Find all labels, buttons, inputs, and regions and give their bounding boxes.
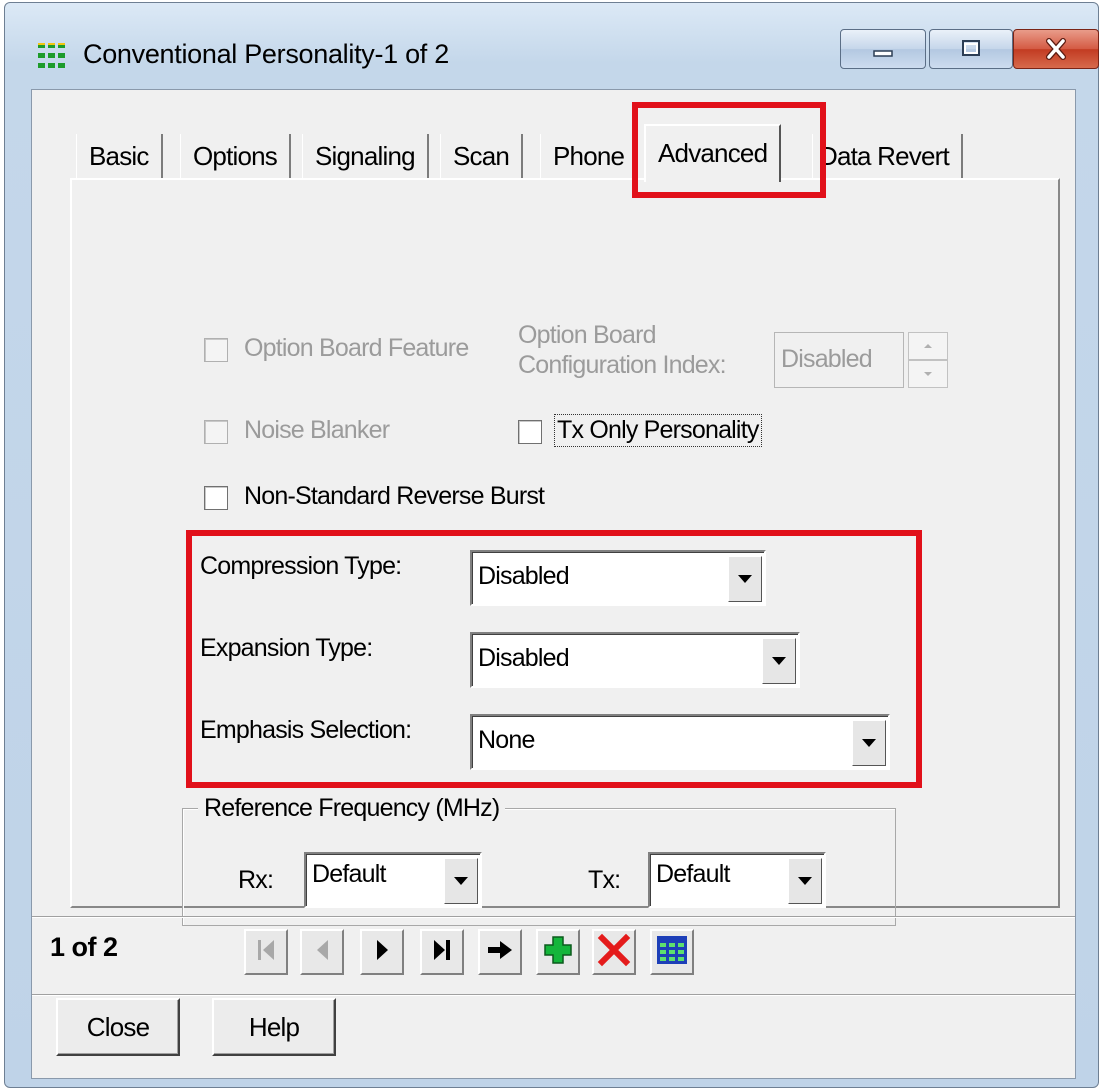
separator — [32, 994, 1075, 996]
expansion-type-label: Expansion Type: — [200, 634, 373, 662]
record-position: 1 of 2 — [50, 932, 118, 962]
add-record-button[interactable] — [536, 929, 580, 975]
first-record-button[interactable] — [244, 929, 288, 975]
goto-record-button[interactable] — [478, 929, 522, 975]
option-board-feature-label: Option Board Feature — [244, 334, 469, 362]
last-record-icon — [431, 938, 453, 967]
advanced-tab-highlight — [632, 102, 826, 198]
emphasis-selection-select[interactable]: None — [470, 714, 890, 770]
option-board-config-index-value: Disabled — [781, 345, 873, 373]
next-record-button[interactable] — [360, 929, 404, 975]
first-record-icon — [255, 938, 277, 967]
add-record-icon — [543, 935, 573, 970]
tab-basic[interactable]: Basic — [76, 134, 163, 180]
reference-frequency-legend: Reference Frequency (MHz) — [198, 794, 506, 823]
help-button[interactable]: Help — [212, 998, 336, 1056]
expansion-type-value: Disabled — [478, 644, 570, 672]
tx-only-personality-checkbox[interactable] — [518, 420, 542, 444]
minimize-icon — [841, 30, 925, 68]
tab-phone[interactable]: Phone — [540, 134, 640, 180]
noise-blanker-label: Noise Blanker — [244, 416, 390, 444]
compression-type-value: Disabled — [478, 562, 570, 590]
spin-down-button[interactable] — [908, 360, 948, 388]
chevron-down-icon[interactable] — [788, 858, 822, 904]
spin-up-button[interactable] — [908, 332, 948, 360]
rx-frequency-select[interactable]: Default — [304, 852, 482, 908]
expansion-type-select[interactable]: Disabled — [470, 632, 800, 688]
chevron-down-icon[interactable] — [728, 556, 762, 602]
tab-data-revert[interactable]: Data Revert — [812, 134, 963, 180]
delete-record-button[interactable] — [592, 929, 636, 975]
separator — [32, 916, 1075, 918]
rx-label: Rx: — [238, 866, 274, 894]
chevron-down-icon[interactable] — [852, 720, 886, 766]
last-record-button[interactable] — [420, 929, 464, 975]
option-board-feature-checkbox[interactable] — [204, 338, 228, 362]
goto-record-icon — [486, 938, 514, 967]
spin-up-icon — [924, 344, 932, 348]
non-standard-reverse-burst-label: Non-Standard Reverse Burst — [244, 482, 545, 510]
spin-down-icon — [924, 372, 932, 376]
previous-record-button[interactable] — [300, 929, 344, 975]
grid-view-button[interactable] — [650, 929, 694, 975]
emphasis-selection-label: Emphasis Selection: — [200, 716, 412, 744]
close-icon — [1014, 30, 1098, 68]
advanced-tab-panel: Option Board Feature Option Board Config… — [70, 178, 1060, 926]
tab-options[interactable]: Options — [180, 134, 292, 180]
option-board-config-index-field[interactable]: Disabled — [774, 332, 904, 388]
tx-frequency-value: Default — [656, 860, 730, 888]
tab-scan[interactable]: Scan — [440, 134, 524, 180]
previous-record-icon — [311, 938, 333, 967]
tx-only-personality-label: Tx Only Personality — [554, 414, 762, 447]
maximize-icon — [930, 30, 1012, 68]
chevron-down-icon[interactable] — [762, 638, 796, 684]
maximize-button[interactable] — [929, 29, 1013, 69]
minimize-button[interactable] — [840, 29, 926, 69]
tx-label: Tx: — [588, 866, 621, 894]
app-grid-icon — [37, 41, 73, 71]
next-record-icon — [371, 938, 393, 967]
close-window-button[interactable] — [1013, 29, 1099, 69]
title-bar[interactable]: Conventional Personality-1 of 2 — [5, 3, 1099, 89]
emphasis-selection-value: None — [478, 726, 535, 754]
tx-frequency-select[interactable]: Default — [648, 852, 826, 908]
noise-blanker-checkbox[interactable] — [204, 420, 228, 444]
compression-type-label: Compression Type: — [200, 552, 402, 580]
dialog-window: Conventional Personality-1 of 2 Basic Op… — [4, 2, 1099, 1088]
option-board-config-index-label: Option Board Configuration Index: — [518, 321, 727, 379]
close-button[interactable]: Close — [56, 998, 180, 1056]
rx-frequency-value: Default — [312, 860, 386, 888]
grid-view-icon — [656, 935, 688, 970]
delete-record-icon — [597, 933, 631, 972]
window-title: Conventional Personality-1 of 2 — [83, 39, 449, 69]
compression-type-select[interactable]: Disabled — [470, 550, 766, 606]
tab-signaling[interactable]: Signaling — [302, 134, 429, 180]
non-standard-reverse-burst-checkbox[interactable] — [204, 486, 228, 510]
chevron-down-icon[interactable] — [444, 858, 478, 904]
